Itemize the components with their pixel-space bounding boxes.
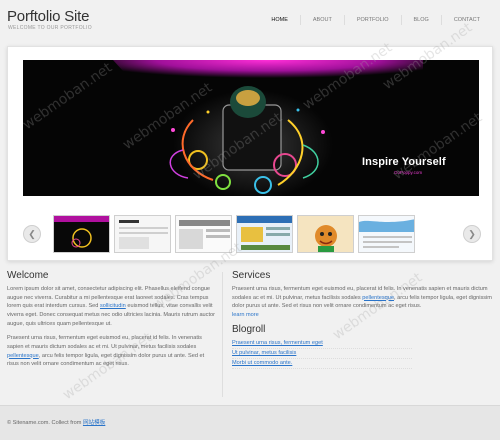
- banner-artwork: [23, 60, 479, 196]
- nav-portfolio[interactable]: PORTFOLIO: [343, 15, 401, 25]
- welcome-section: Welcome Lorem ipsum dolor sit amet, cons…: [7, 270, 217, 375]
- thumbnail-1[interactable]: [53, 215, 110, 253]
- banner-title: Inspire Yourself: [362, 156, 446, 168]
- site-header: Porftolio Site WELCOME TO OUR PORTFOLIO …: [0, 0, 500, 40]
- next-arrow-button[interactable]: ❯: [463, 225, 481, 243]
- learn-more-link[interactable]: learn more: [232, 312, 494, 318]
- footer-copyright: © Sitename.com. Collect from 网站模板: [7, 418, 105, 426]
- main-nav: HOME ABOUT PORTFOLIO BLOG CONTACT: [259, 15, 492, 25]
- welcome-paragraph-2: Praesent urna risus, fermentum eget euis…: [7, 334, 217, 369]
- blogroll-list: Praesent urna risus, fermentum eget Ut p…: [232, 339, 494, 369]
- thumbnail-art-1: [54, 216, 109, 252]
- nav-home[interactable]: HOME: [259, 15, 300, 25]
- thumbnail-art-6: [359, 216, 414, 252]
- blogroll-item[interactable]: Morbi ut commodo ante.: [232, 359, 412, 369]
- footer-link[interactable]: 网站模板: [83, 420, 105, 426]
- nav-about[interactable]: ABOUT: [299, 15, 344, 25]
- thumbnail-strip: ❮ ❯: [8, 211, 494, 257]
- thumbnail-art-2: [115, 216, 170, 252]
- services-paragraph: Praesent urna risus, fermentum eget euis…: [232, 285, 494, 311]
- chevron-left-icon: ❮: [28, 229, 36, 239]
- blogroll-item[interactable]: Ut pulvinar, metus facilisis: [232, 349, 412, 359]
- thumbnail-art-3: [176, 216, 231, 252]
- sollicitudin-link[interactable]: sollicitudin: [100, 303, 126, 309]
- nav-contact[interactable]: CONTACT: [440, 15, 492, 25]
- site-footer: © Sitename.com. Collect from 网站模板: [0, 405, 500, 440]
- paragraph-text: Praesent urna risus, fermentum eget euis…: [7, 335, 202, 350]
- sidebar-section: Services Praesent urna risus, fermentum …: [232, 270, 494, 369]
- thumbnail-2[interactable]: [114, 215, 171, 253]
- copyright-text: © Sitename.com. Collect from: [7, 420, 82, 426]
- nav-blog[interactable]: BLOG: [400, 15, 441, 25]
- banner-subtitle: GoPoppy.com: [394, 170, 423, 175]
- thumbnail-6[interactable]: [358, 215, 415, 253]
- welcome-paragraph-1: Lorem ipsum dolor sit amet, consectetur …: [7, 285, 217, 328]
- chevron-right-icon: ❯: [468, 229, 476, 239]
- site-title[interactable]: Porftolio Site: [7, 8, 89, 25]
- thumbnail-5[interactable]: [297, 215, 354, 253]
- thumbnail-art-4: [237, 216, 292, 252]
- prev-arrow-button[interactable]: ❮: [23, 225, 41, 243]
- blogroll-item[interactable]: Praesent urna risus, fermentum eget: [232, 339, 412, 349]
- column-divider: [222, 272, 223, 397]
- featured-banner[interactable]: Inspire Yourself GoPoppy.com: [23, 60, 479, 196]
- slider-panel: Inspire Yourself GoPoppy.com ❮ ❯: [7, 46, 493, 261]
- thumbnail-4[interactable]: [236, 215, 293, 253]
- blogroll-heading: Blogroll: [232, 323, 266, 335]
- services-heading: Services: [232, 270, 271, 281]
- thumbnail-art-5: [298, 216, 353, 252]
- site-tagline: WELCOME TO OUR PORTFOLIO: [8, 25, 92, 31]
- welcome-heading: Welcome: [7, 270, 49, 281]
- services-pellentesque-link[interactable]: pellentesque: [362, 295, 394, 301]
- pellentesque-link[interactable]: pellentesque: [7, 353, 39, 359]
- thumbnail-3[interactable]: [175, 215, 232, 253]
